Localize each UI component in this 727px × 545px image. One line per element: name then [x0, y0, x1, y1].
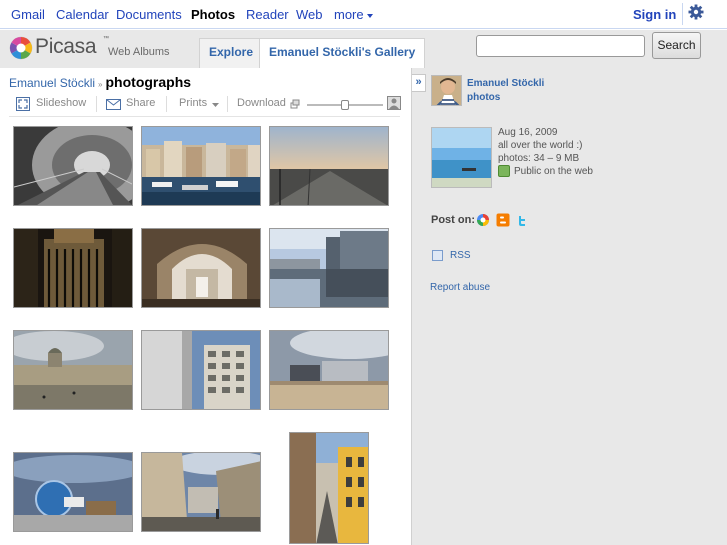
search-input[interactable] — [476, 35, 645, 57]
album-date: Aug 16, 2009 — [498, 127, 558, 138]
prints-dropdown[interactable]: Prints — [179, 97, 207, 109]
toolbar-rule — [9, 116, 400, 117]
owner-name-link[interactable]: Emanuel Stöckli — [467, 78, 544, 89]
album-title: photographs — [105, 74, 192, 90]
slideshow-icon — [16, 97, 30, 111]
twitter-icon[interactable] — [516, 213, 530, 227]
zoom-in-icon[interactable] — [387, 96, 401, 110]
gbar-link-web[interactable]: Web — [296, 7, 323, 22]
logo-trademark: ™ — [103, 36, 109, 42]
zoom-out-icon[interactable] — [290, 98, 302, 110]
album-stats: photos: 34 – 9 MB — [498, 153, 580, 164]
download-button[interactable]: Download — [237, 97, 286, 109]
tab-explore[interactable]: Explore — [199, 38, 264, 68]
album-sidebar: » Emanuel Stöckli photos Aug 16, 2009 al… — [411, 68, 727, 545]
album-toolbar: Slideshow Share Prints Download — [0, 94, 411, 116]
picasa-pinwheel-icon — [9, 36, 33, 60]
toolbar-divider — [96, 96, 97, 112]
search-button[interactable]: Search — [652, 32, 701, 59]
avatar[interactable] — [431, 75, 462, 106]
gbar-link-more[interactable]: more — [334, 7, 373, 22]
gbar-link-reader[interactable]: Reader — [246, 7, 289, 22]
photo-thumbnail[interactable] — [269, 330, 389, 410]
album-location: all over the world :) — [498, 140, 583, 151]
logo-subtitle: Web Albums — [108, 46, 170, 58]
photo-thumbnail[interactable] — [13, 228, 133, 308]
collapse-sidebar-button[interactable]: » — [412, 74, 426, 92]
photo-thumbnail[interactable] — [13, 330, 133, 410]
google-buzz-icon[interactable] — [476, 213, 490, 227]
album-visibility: Public on the web — [514, 166, 593, 177]
breadcrumb-user-link[interactable]: Emanuel Stöckli — [9, 76, 95, 90]
sign-in-link[interactable]: Sign in — [633, 7, 676, 22]
breadcrumb: Emanuel Stöckli» photographs — [9, 74, 191, 90]
owner-photos-link[interactable]: photos — [467, 92, 500, 103]
gbar-link-documents[interactable]: Documents — [116, 7, 182, 22]
photo-thumbnail[interactable] — [13, 452, 133, 532]
zoom-slider-handle[interactable] — [341, 100, 349, 110]
gbar-link-photos[interactable]: Photos — [191, 7, 235, 22]
slideshow-button[interactable]: Slideshow — [36, 97, 86, 109]
gbar-link-gmail[interactable]: Gmail — [11, 7, 45, 22]
tab-gallery[interactable]: Emanuel Stöckli's Gallery — [259, 38, 426, 68]
gbar-link-calendar[interactable]: Calendar — [56, 7, 109, 22]
photo-thumbnail[interactable] — [289, 432, 369, 544]
photo-thumbnail[interactable] — [141, 228, 261, 308]
photo-thumbnail[interactable] — [141, 330, 261, 410]
photo-thumbnail[interactable] — [141, 452, 261, 532]
globe-icon — [498, 165, 510, 177]
photo-thumbnail[interactable] — [269, 228, 389, 308]
rss-link[interactable]: RSS — [450, 250, 471, 261]
breadcrumb-separator: » — [98, 80, 103, 89]
google-bar: Gmail Calendar Documents Photos Reader W… — [0, 0, 727, 29]
post-on-label: Post on: — [431, 214, 475, 226]
toolbar-divider — [227, 96, 228, 112]
logo-wordmark: Picasa — [35, 35, 97, 58]
envelope-icon — [106, 99, 121, 110]
album-cover — [431, 127, 492, 188]
photo-thumbnail[interactable] — [141, 126, 261, 206]
photo-thumbnail[interactable] — [269, 126, 389, 206]
share-button[interactable]: Share — [126, 97, 155, 109]
rss-icon[interactable] — [432, 250, 443, 261]
zoom-slider[interactable] — [307, 100, 383, 110]
chevron-down-icon — [212, 103, 219, 107]
toolbar-divider — [166, 96, 167, 112]
picasa-header: Picasa ™ Web Albums Explore Emanuel Stöc… — [0, 30, 727, 68]
photo-thumbnail[interactable] — [13, 126, 133, 206]
gear-icon[interactable] — [682, 3, 706, 25]
blogger-icon[interactable] — [496, 213, 510, 227]
album-main: Emanuel Stöckli» photographs Slideshow Sh… — [0, 68, 411, 545]
chevron-down-icon — [366, 13, 373, 18]
more-label: more — [334, 7, 364, 22]
report-abuse-link[interactable]: Report abuse — [430, 282, 490, 293]
